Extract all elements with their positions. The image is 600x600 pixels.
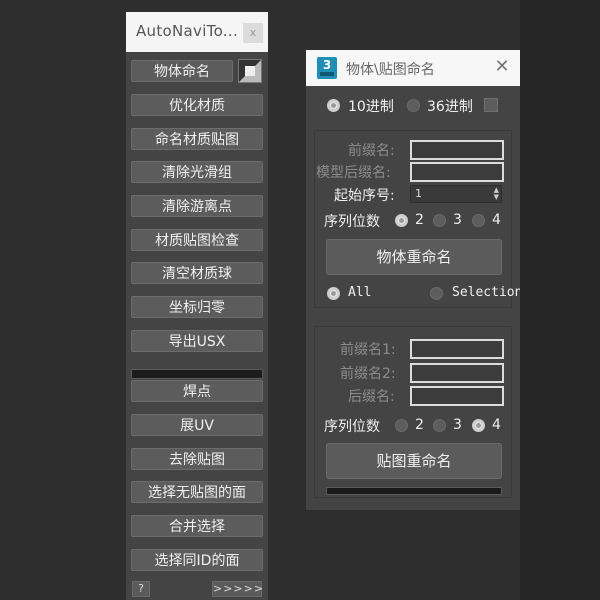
object-digits-3-radio[interactable]	[433, 214, 446, 227]
map-digits-3-label: 3	[453, 417, 462, 433]
map-rename-button[interactable]: 贴图重命名	[326, 443, 502, 479]
preview-thumbnail-icon[interactable]	[238, 59, 262, 83]
object-digits-3-label: 3	[453, 212, 462, 228]
base36-label: 36进制	[427, 99, 473, 115]
model-suffix-input[interactable]	[410, 162, 504, 182]
map-rename-progress-bar	[326, 487, 502, 495]
toolbox-title: AutoNaviTo...	[136, 22, 239, 40]
object-digits-2-label: 2	[415, 212, 424, 228]
remove-maps-button[interactable]: 去除贴图	[131, 448, 263, 470]
select-no-map-faces-button[interactable]: 选择无贴图的面	[131, 481, 263, 503]
dialog-title: 物体\贴图命名	[346, 62, 435, 78]
model-suffix-label: 模型后缀名:	[316, 165, 391, 181]
base10-label: 10进制	[348, 99, 394, 115]
close-icon[interactable]: ✕	[492, 57, 512, 77]
map-digits-2-radio[interactable]	[395, 419, 408, 432]
background-dark-area	[520, 0, 600, 600]
name-material-map-button[interactable]: 命名材质贴图	[131, 128, 263, 150]
more-button[interactable]: >>>>>	[212, 581, 263, 597]
select-same-id-faces-button[interactable]: 选择同ID的面	[131, 549, 263, 571]
digits-label: 序列位数	[324, 214, 380, 230]
weld-button[interactable]: 焊点	[131, 380, 263, 402]
start-index-spinner[interactable]: 1 ▲ ▼	[410, 185, 502, 203]
object-digits-4-radio[interactable]	[472, 214, 485, 227]
clear-isolated-verts-button[interactable]: 清除游离点	[131, 195, 263, 217]
map-digits-2-label: 2	[415, 417, 424, 433]
base10-radio[interactable]	[327, 99, 340, 112]
toolbox-titlebar[interactable]: AutoNaviTo... x	[126, 12, 268, 52]
map-digits-label: 序列位数	[324, 419, 380, 435]
help-button[interactable]: ?	[132, 581, 150, 597]
prefix-input[interactable]	[410, 140, 504, 160]
3dsmax-app-icon: 3	[317, 57, 337, 79]
object-digits-2-radio[interactable]	[395, 214, 408, 227]
toolbox-panel: AutoNaviTo... x 物体命名 优化材质 命名材质贴图 清除光滑组 清…	[126, 12, 268, 600]
object-naming-button[interactable]: 物体命名	[131, 60, 233, 82]
prefix1-input[interactable]	[410, 339, 504, 359]
base36-radio[interactable]	[407, 99, 420, 112]
merge-selection-button[interactable]: 合并选择	[131, 515, 263, 537]
toolbox-close-button[interactable]: x	[243, 23, 263, 43]
object-rename-button[interactable]: 物体重命名	[326, 239, 502, 275]
prefix-label: 前缀名:	[348, 143, 395, 159]
clear-smoothing-button[interactable]: 清除光滑组	[131, 161, 263, 183]
start-index-label: 起始序号:	[334, 188, 395, 204]
dialog-titlebar[interactable]: 3 物体\贴图命名 ✕	[306, 50, 520, 86]
clear-material-balls-button[interactable]: 清空材质球	[131, 262, 263, 284]
unwrap-uv-button[interactable]: 展UV	[131, 414, 263, 436]
toolbox-progress-bar	[131, 369, 263, 379]
prefix2-input[interactable]	[410, 363, 504, 383]
scope-all-label: All	[348, 285, 372, 300]
material-map-check-button[interactable]: 材质贴图检查	[131, 229, 263, 251]
map-suffix-label: 后缀名:	[348, 389, 395, 405]
reset-coordinates-button[interactable]: 坐标归零	[131, 296, 263, 318]
prefix1-label: 前缀名1:	[340, 342, 396, 358]
map-suffix-input[interactable]	[410, 386, 504, 406]
object-digits-4-label: 4	[492, 212, 501, 228]
export-usx-button[interactable]: 导出USX	[131, 330, 263, 352]
map-digits-3-radio[interactable]	[433, 419, 446, 432]
spinner-arrows-icon[interactable]: ▲ ▼	[494, 187, 499, 201]
scope-selection-label: Selection	[452, 285, 520, 300]
option-checkbox[interactable]	[484, 98, 498, 112]
start-index-value: 1	[415, 187, 422, 200]
optimize-material-button[interactable]: 优化材质	[131, 94, 263, 116]
map-digits-4-label: 4	[492, 417, 501, 433]
rename-dialog: 3 物体\贴图命名 ✕ 10进制 36进制 前缀名: 模型后缀名: 起始序号: …	[306, 50, 520, 510]
prefix2-label: 前缀名2:	[340, 366, 396, 382]
scope-all-radio[interactable]	[327, 287, 340, 300]
map-digits-4-radio[interactable]	[472, 419, 485, 432]
scope-selection-radio[interactable]	[430, 287, 443, 300]
